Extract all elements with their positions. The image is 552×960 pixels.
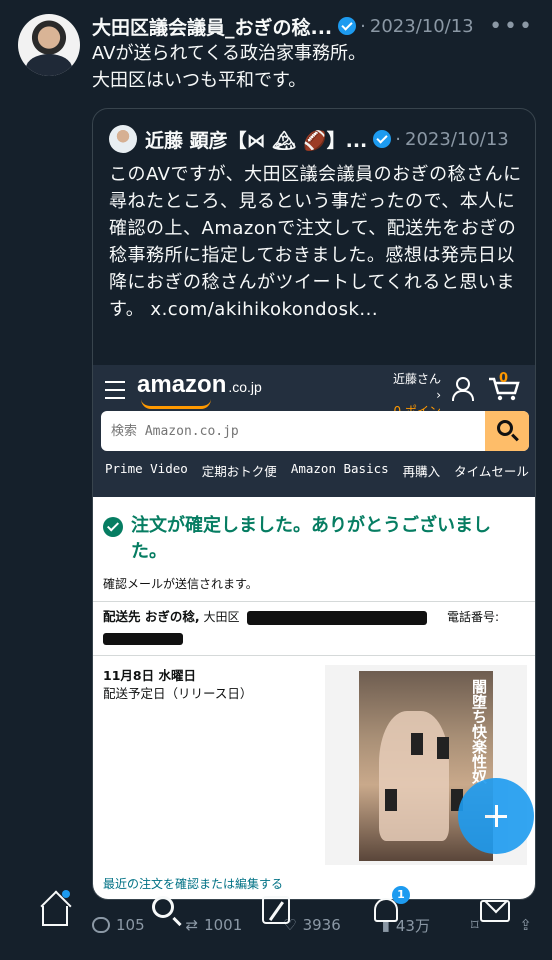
messages-mail-icon[interactable] <box>478 894 514 930</box>
mail-icon-shape <box>480 900 510 922</box>
redaction-bar <box>247 610 428 625</box>
amazon-nav-item: Prime Video <box>105 461 188 476</box>
amazon-nav: Prime Video 定期おトク便 Amazon Basics 再購入 タイム… <box>105 461 535 487</box>
amazon-nav-item: 定期おトク便 <box>201 464 277 479</box>
notifications-bell-icon[interactable]: 1 <box>368 886 410 930</box>
censor-block <box>437 737 449 759</box>
author-name[interactable]: 大田区議会議員_おぎの稔... <box>92 13 332 40</box>
search-icon <box>497 420 513 436</box>
shipping-info: 配送先 おぎの稔, 大田区 電話番号: <box>103 607 527 645</box>
explore-search-icon[interactable] <box>148 894 184 930</box>
delivery-note: 配送予定日（リリース日） <box>103 686 253 701</box>
censor-block <box>385 789 397 811</box>
quoted-tweet-date: 2023/10/13 <box>405 128 509 150</box>
verified-badge-icon <box>338 17 357 35</box>
compose-post-button[interactable] <box>458 778 534 854</box>
quoted-tweet-text: このAVですが、大田区議会議員のおぎの稔さんに尋ねたところ、見るという事だったの… <box>109 164 522 320</box>
amazon-nav-item: Amazon Basics <box>290 461 389 476</box>
divider <box>93 655 535 656</box>
account-name: 近藤さん › <box>392 372 441 402</box>
home-icon[interactable] <box>38 890 74 930</box>
quoted-author-avatar <box>109 125 137 153</box>
amazon-nav-item: タイムセール <box>454 464 529 479</box>
tweet-header: 大田区議会議員_おぎの稔... · 2023/10/13 <box>92 12 532 40</box>
confirmation-title: 注文が確定しました。ありがとうございました。 <box>103 513 523 565</box>
amazon-logo: amazon .co.jp <box>137 371 262 399</box>
quoted-author-name: 近藤 顕彦【⋈ 🏔 🏈】... <box>145 129 368 152</box>
amazon-search-input <box>101 411 485 451</box>
notification-badge: 1 <box>392 886 410 904</box>
tweet-text-line: 大田区はいつも平和です。 <box>92 70 307 91</box>
cart-count: 0 <box>499 371 509 386</box>
amazon-smile-icon <box>141 399 211 409</box>
amazon-logo-suffix: .co.jp <box>228 379 262 395</box>
redaction-bar <box>103 633 183 645</box>
cover-title: 闇堕ち快楽性奴 <box>470 679 488 784</box>
tweet-text: AVが送られてくる政治家事務所。 大田区はいつも平和です。 <box>92 40 532 94</box>
grok-icon-shape <box>262 896 290 924</box>
delivery-info: 11月8日 水曜日 配送予定日（リリース日） <box>103 667 252 703</box>
cover-figure <box>379 711 449 841</box>
grok-icon[interactable] <box>258 894 294 930</box>
separator-dot: · <box>360 15 366 37</box>
phone-label: 電話番号: <box>447 610 500 624</box>
quoted-tweet[interactable]: 近藤 顕彦【⋈ 🏔 🏈】... · 2023/10/13 このAVですが、大田区… <box>92 108 536 900</box>
bottom-navigation: 1 <box>0 880 552 960</box>
amazon-header: amazon.co.jp 近藤さん › 0 ポイント 0 Prime Video <box>93 365 535 497</box>
amazon-nav-item: 再購入 <box>402 464 441 479</box>
order-confirmation: 注文が確定しました。ありがとうございました。 確認メールが送信されます。 <box>103 513 523 592</box>
search-icon-shape <box>152 896 174 918</box>
author-avatar[interactable] <box>18 14 80 76</box>
home-icon-shape <box>42 906 68 926</box>
shipping-city: 大田区 <box>203 610 240 624</box>
divider <box>93 601 535 602</box>
shipping-label: 配送先 おぎの稔, <box>103 609 200 624</box>
account-icon <box>451 377 474 401</box>
quoted-tweet-header: 近藤 顕彦【⋈ 🏔 🏈】... · 2023/10/13 <box>109 125 529 153</box>
amazon-logo-text: amazon <box>137 371 227 398</box>
separator-dot: · <box>395 128 402 150</box>
confirmation-subtext: 確認メールが送信されます。 <box>103 577 258 591</box>
more-options-icon[interactable]: ••• <box>489 14 534 39</box>
amazon-search-bar <box>101 411 529 451</box>
verified-badge-icon <box>373 130 392 148</box>
hamburger-menu-icon <box>105 381 125 399</box>
delivery-date: 11月8日 水曜日 <box>103 668 196 683</box>
amazon-search-button <box>485 411 529 451</box>
tweet-date[interactable]: 2023/10/13 <box>370 16 474 37</box>
cart-icon: 0 <box>487 371 521 403</box>
check-circle-icon <box>103 517 123 537</box>
confirmation-title-text: 注文が確定しました。ありがとうございました。 <box>131 515 491 562</box>
tweet-text-line: AVが送られてくる政治家事務所。 <box>92 43 367 64</box>
censor-block <box>411 733 423 755</box>
unread-dot <box>62 890 70 898</box>
